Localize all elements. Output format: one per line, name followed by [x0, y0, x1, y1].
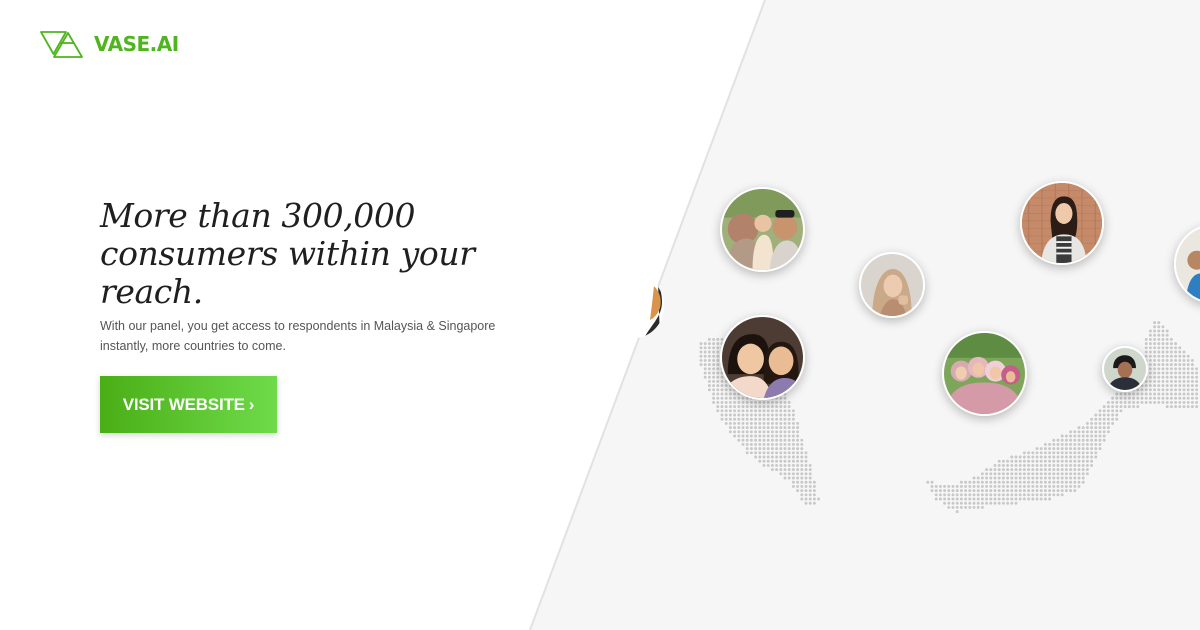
hero-headline: More than 300,000 consumers within your … — [100, 196, 475, 311]
map-panel-background — [530, 0, 1200, 630]
visit-website-button[interactable]: VISIT WEBSITE › — [100, 376, 277, 433]
visit-website-label: VISIT WEBSITE — [122, 394, 245, 414]
avatar-man — [1102, 346, 1148, 392]
avatar-group-women — [942, 331, 1027, 416]
share-card: VASE.AI More than 300,000 consumers with… — [0, 0, 1200, 630]
avatar-partial-left — [604, 274, 664, 338]
hero-subtext: With our panel, you get access to respon… — [100, 319, 496, 353]
vase-logo-icon — [40, 31, 83, 58]
brand-logo[interactable]: VASE.AI — [40, 29, 179, 59]
brand-name: VASE.AI — [94, 32, 179, 56]
avatar-mother-daughter — [720, 315, 805, 400]
avatar-woman-hijab — [859, 252, 925, 318]
chevron-right-icon: › — [248, 395, 255, 414]
avatar-family — [720, 187, 805, 272]
avatar-woman-smiling — [1020, 181, 1104, 265]
